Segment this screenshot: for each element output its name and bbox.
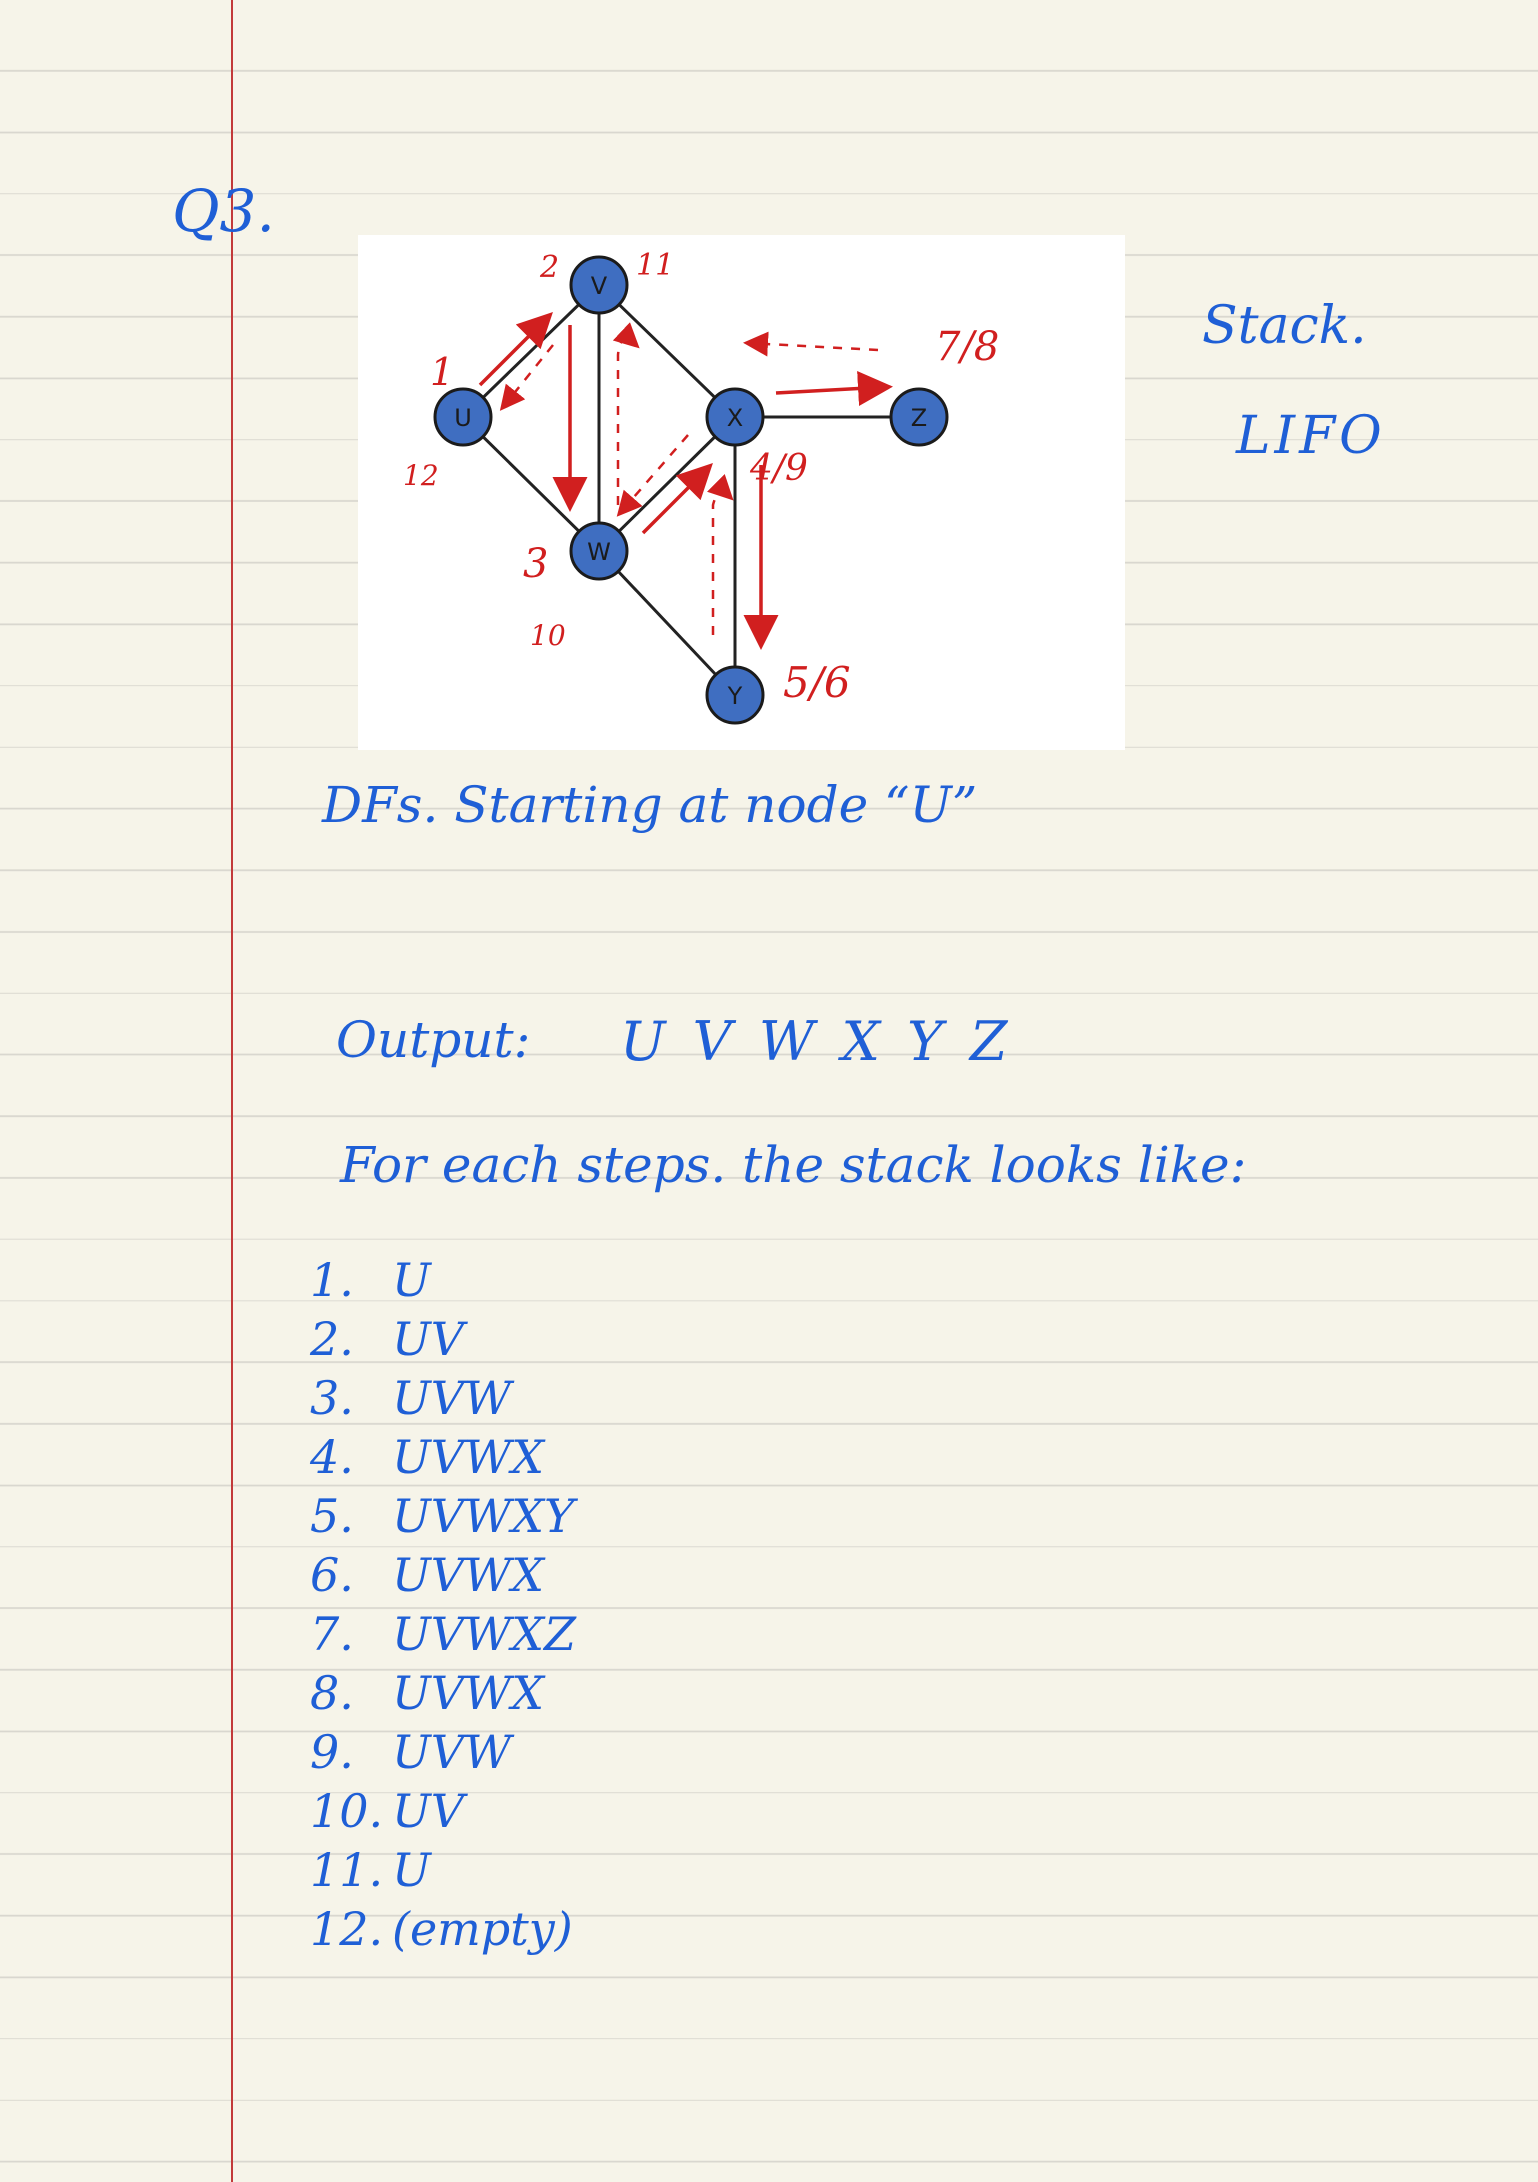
annotation-y-times: 5/6: [783, 658, 851, 707]
list-item: 3. UVW: [310, 1368, 576, 1427]
time-annotations: 1 12 2 11 3 10 4/9 5/6 7/8: [403, 248, 999, 707]
annotation-v-finish: 11: [636, 248, 674, 283]
svg-text:Z: Z: [911, 404, 927, 432]
node-z: Z: [889, 387, 949, 447]
list-item: 10. UV: [310, 1781, 576, 1840]
svg-text:U: U: [454, 404, 472, 432]
list-item: 4. UVWX: [310, 1427, 576, 1486]
output-value: U V W X Y Z: [620, 1010, 1008, 1073]
lifo-note: LIFO: [1236, 406, 1386, 466]
step-number: 3.: [310, 1370, 354, 1425]
svg-text:V: V: [591, 272, 608, 300]
annotation-u-discover: 1: [430, 350, 454, 394]
backtrack-w-v: [612, 322, 640, 505]
svg-text:Y: Y: [727, 682, 743, 710]
dfs-caption: DFs. Starting at node “U”: [322, 776, 978, 834]
step-stack: UVW: [392, 1370, 512, 1425]
node-v: V: [569, 255, 629, 315]
step-number: 8.: [310, 1665, 354, 1720]
node-y: Y: [705, 665, 765, 725]
graph-nodes: U V W X Y Z: [433, 255, 949, 725]
step-number: 11.: [310, 1842, 384, 1897]
node-w: W: [569, 521, 629, 581]
edge-w-y: [597, 549, 737, 697]
step-number: 9.: [310, 1724, 354, 1779]
list-item: 2. UV: [310, 1309, 576, 1368]
backtrack-y-x: [707, 474, 734, 635]
step-stack: UVW: [392, 1724, 512, 1779]
step-stack: U: [392, 1252, 431, 1307]
list-item: 12. (empty): [310, 1899, 576, 1958]
step-number: 4.: [310, 1429, 354, 1484]
annotation-w-finish: 10: [530, 619, 566, 652]
list-item: 11. U: [310, 1840, 576, 1899]
graph-diagram: U V W X Y Z 1 12 2 11 3 10 4/9 5/6 7/8: [358, 235, 1125, 750]
arrow-x-z: [775, 371, 893, 406]
list-item: 6. UVWX: [310, 1545, 576, 1604]
steps-heading: For each steps. the stack looks like:: [340, 1136, 1247, 1194]
question-label: Q3.: [172, 177, 275, 245]
step-number: 10.: [310, 1783, 384, 1838]
step-stack: UVWX: [392, 1547, 545, 1602]
step-number: 7.: [310, 1606, 354, 1661]
step-number: 2.: [310, 1311, 354, 1366]
list-item: 8. UVWX: [310, 1663, 576, 1722]
graph-svg: U V W X Y Z 1 12 2 11 3 10 4/9 5/6 7/8: [403, 248, 999, 725]
stack-note: Stack.: [1202, 296, 1367, 356]
step-stack: UV: [392, 1783, 464, 1838]
step-number: 1.: [310, 1252, 354, 1307]
step-stack: UV: [392, 1311, 464, 1366]
step-stack: UVWXZ: [392, 1606, 576, 1661]
output-label: Output:: [336, 1011, 531, 1069]
annotation-z-times: 7/8: [935, 324, 999, 370]
annotation-u-finish: 12: [403, 459, 439, 492]
step-stack: UVWXY: [392, 1488, 575, 1543]
step-number: 12.: [310, 1901, 384, 1956]
step-number: 6.: [310, 1547, 354, 1602]
node-x: X: [705, 387, 765, 447]
annotation-v-discover: 2: [539, 250, 559, 285]
arrow-w-x: [641, 463, 713, 535]
list-item: 7. UVWXZ: [310, 1604, 576, 1663]
step-stack: (empty): [392, 1901, 573, 1956]
step-number: 5.: [310, 1488, 354, 1543]
list-item: 1. U: [310, 1250, 576, 1309]
svg-text:X: X: [727, 404, 743, 432]
node-u: U: [433, 387, 493, 447]
stack-steps-list: 1. U 2. UV 3. UVW 4. UVWX 5. UVWXY 6. UVWX 7. U…: [310, 1250, 576, 1958]
annotation-w-discover: 3: [523, 541, 548, 587]
margin-line: [231, 0, 233, 2182]
svg-text:W: W: [587, 538, 611, 566]
step-stack: UVWX: [392, 1665, 545, 1720]
step-stack: UVWX: [392, 1429, 545, 1484]
backtrack-z-x: [743, 331, 879, 357]
arrow-u-v: [478, 312, 553, 387]
annotation-x-times: 4/9: [749, 448, 808, 489]
list-item: 5. UVWXY: [310, 1486, 576, 1545]
list-item: 9. UVW: [310, 1722, 576, 1781]
step-stack: U: [392, 1842, 431, 1897]
